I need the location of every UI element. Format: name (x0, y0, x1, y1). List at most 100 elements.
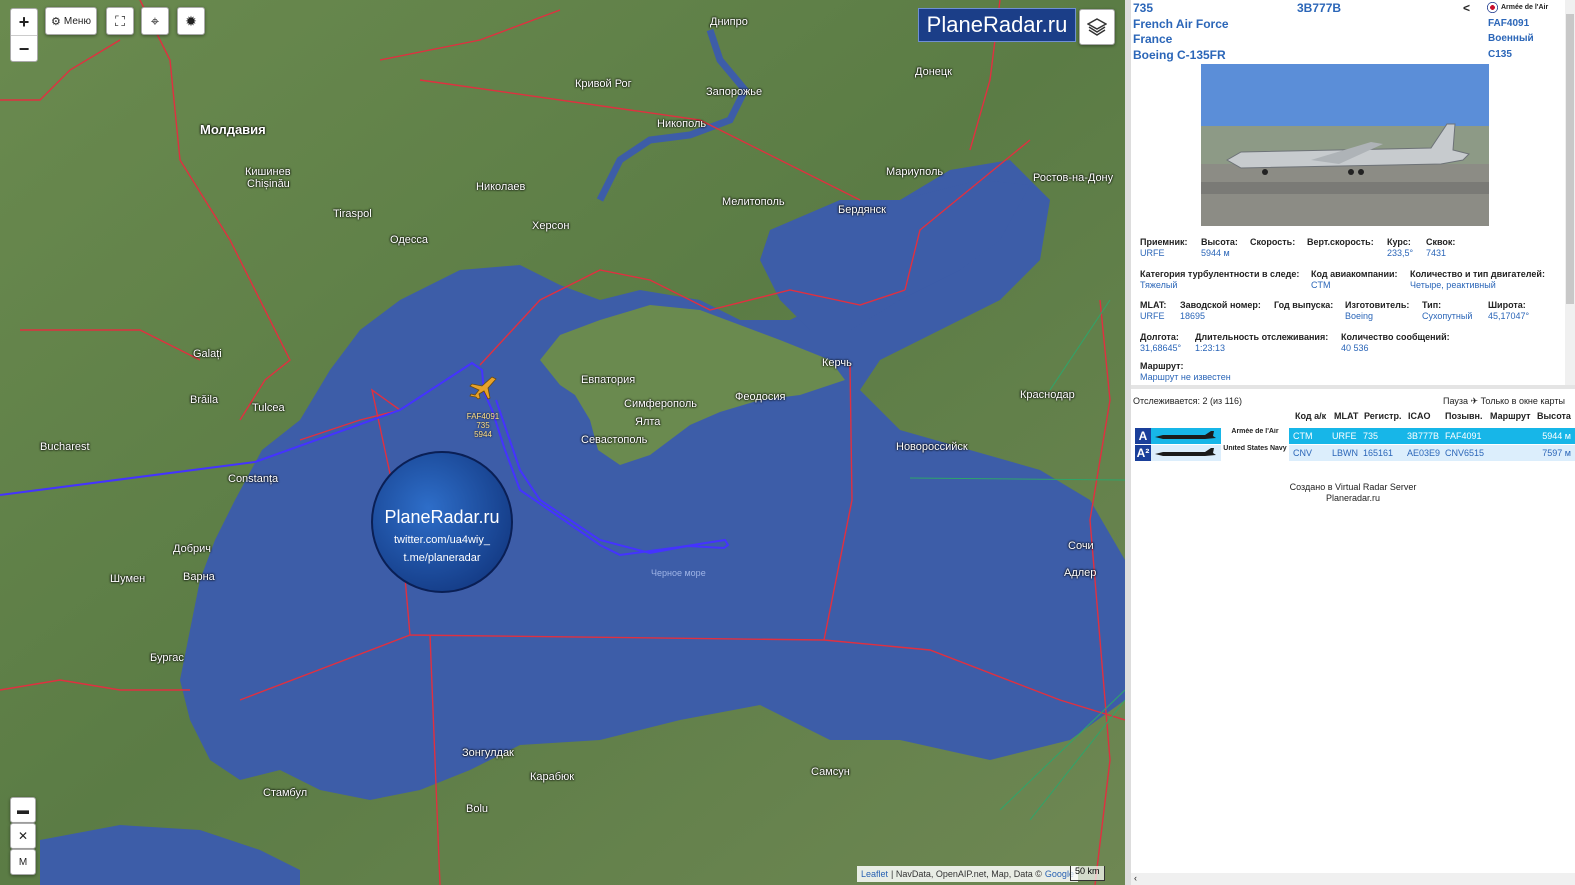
aircraft-marker[interactable] (468, 374, 498, 400)
table-row[interactable]: A² United States Navy CNV LBWN 165161 AE03E9 C… (1135, 445, 1575, 461)
column-header[interactable]: Код а/к (1295, 411, 1326, 421)
field-label: Высота: (1201, 237, 1238, 247)
units-button[interactable]: M (10, 849, 36, 875)
aircraft-photo-image (1201, 64, 1489, 226)
aircraft-label-alt: 5944 (474, 430, 492, 439)
panel-scroll-thumb[interactable] (1566, 14, 1574, 304)
callsign: FAF4091 (1488, 18, 1530, 29)
place-label: Никополь (657, 118, 707, 130)
brand-logo: PlaneRadar.ru (918, 8, 1076, 42)
aircraft-detail-panel: 735 3B777B < Armée de l'Air French Air F… (1125, 0, 1575, 885)
field-value: 40 536 (1341, 343, 1369, 353)
fullscreen-icon: ⛶ (115, 12, 125, 29)
aircraft-label-reg: 735 (476, 421, 490, 430)
fullscreen-button[interactable]: ⛶ (106, 7, 134, 35)
cell-reg: 735 (1363, 431, 1379, 441)
watermark-title: PlaneRadar.ru (384, 507, 500, 527)
column-header[interactable]: Позывн. (1445, 411, 1482, 421)
row-index: A² (1135, 445, 1151, 461)
column-header[interactable]: ICAO (1408, 411, 1431, 421)
icao-short: 735 (1133, 1, 1154, 15)
place-label: Адлер (1064, 567, 1097, 579)
field-value: 5944 м (1201, 248, 1230, 258)
cell-alt: 7597 м (1542, 448, 1571, 458)
zoom-in-button[interactable]: + (11, 9, 37, 36)
field-label: Количество сообщений: (1341, 332, 1450, 342)
place-label: Шумен (110, 573, 146, 585)
footer-link[interactable]: Planeradar.ru (1131, 493, 1575, 504)
scroll-left-icon[interactable]: ‹ (1134, 873, 1137, 883)
place-label: Bolu (466, 803, 489, 815)
footer-credit: Создано в Virtual Radar Server Planerada… (1131, 482, 1575, 504)
pause-control[interactable]: Пауза ✈ Только в окне карты (1443, 396, 1565, 407)
table-row[interactable]: A Armée de l'Air CTM URFE 735 3B777B FAF4091 59… (1135, 428, 1575, 444)
airplane-icon (469, 376, 497, 400)
place-label: Донецк (915, 66, 952, 78)
place-label: Черное море (651, 568, 706, 578)
map-attribution: Leaflet | NavData, OpenAIP.net, Map, Dat… (857, 866, 1078, 882)
tracked-count: Отслеживается: 2 (из 116) (1133, 396, 1243, 406)
field-value: Четыре, реактивный (1410, 280, 1496, 290)
only-map-link[interactable]: Только в окне карты (1481, 396, 1565, 406)
field-label: Код авиакомпании: (1311, 269, 1398, 279)
map-view[interactable]: Молдавия Кишинев Chișinău Tiraspol Одесса Ник… (0, 0, 1125, 885)
field-label: Курс: (1387, 237, 1411, 247)
menu-button-label: Меню (63, 15, 91, 27)
place-label: Chișinău (247, 178, 290, 190)
place-label: Варна (183, 571, 215, 583)
cell-code: CTM (1293, 431, 1313, 441)
plane-small-icon: ✈ (1470, 396, 1479, 406)
settings-button[interactable]: ✹ (177, 7, 205, 35)
field-value: 18695 (1180, 311, 1206, 321)
zoom-control: + − (10, 8, 38, 62)
place-label: Зонгулдак (462, 747, 514, 759)
leaflet-link[interactable]: Leaflet (861, 869, 888, 879)
column-header[interactable]: Высота (1537, 411, 1571, 421)
field-value: Boeing (1345, 311, 1374, 321)
place-label: Стамбул (263, 787, 308, 799)
roundel-icon (1487, 1, 1498, 13)
field-value: 7431 (1426, 248, 1447, 258)
pause-link[interactable]: Пауза (1443, 396, 1468, 406)
place-label: Днипро (710, 16, 748, 28)
operator-logo: United States Navy (1221, 445, 1289, 461)
collapse-panel-button[interactable]: < (1463, 1, 1470, 15)
place-label: Bucharest (40, 441, 90, 453)
ruler-button[interactable]: ▬ (10, 797, 36, 823)
operator-badge-text: Armée de l'Air (1501, 3, 1549, 11)
locate-button[interactable]: ⌖ (141, 7, 169, 35)
aircraft-photo (1201, 64, 1489, 226)
place-label: Молдавия (200, 122, 266, 137)
panel-scrollbar[interactable] (1565, 0, 1575, 385)
cell-mlat: LBWN (1332, 448, 1359, 458)
column-header[interactable]: MLAT (1334, 411, 1358, 421)
panel-splitter[interactable] (1131, 385, 1575, 389)
footer-line1: Создано в Virtual Radar Server (1289, 482, 1417, 492)
type-class: Военный (1488, 33, 1534, 44)
field-label: Скорость: (1250, 237, 1296, 247)
field-label: Долгота: (1140, 332, 1179, 342)
column-header[interactable]: Регистр. (1364, 411, 1401, 421)
place-label: Brăila (190, 394, 219, 406)
layers-button[interactable] (1079, 9, 1115, 45)
place-label: Севастополь (581, 434, 648, 446)
clear-button[interactable]: ✕ (10, 823, 36, 849)
field-label: Тип: (1422, 300, 1442, 310)
field-label: Верт.скорость: (1307, 237, 1374, 247)
cell-icao: AE03E9 (1407, 448, 1441, 458)
place-label: Сочи (1068, 540, 1094, 552)
field-label: Маршрут: (1140, 361, 1184, 371)
attribution-text: | NavData, OpenAIP.net, Map, Data © (891, 869, 1042, 879)
field-value: 45,17047° (1488, 311, 1530, 321)
cell-icao: 3B777B (1407, 431, 1440, 441)
column-header[interactable]: Маршрут (1490, 411, 1531, 421)
zoom-out-button[interactable]: − (11, 36, 37, 62)
gear-icon: ⚙ (51, 15, 61, 28)
place-label: Ростов-на-Дону (1033, 172, 1114, 184)
horizontal-scrollbar[interactable]: ‹ (1131, 873, 1575, 885)
field-label: Приемник: (1140, 237, 1188, 247)
field-label: Сквок: (1426, 237, 1456, 247)
menu-button[interactable]: ⚙ Меню (45, 7, 97, 35)
place-label: Новороссийск (896, 441, 968, 453)
watermark-twitter: twitter.com/ua4wiy_ (394, 534, 490, 546)
